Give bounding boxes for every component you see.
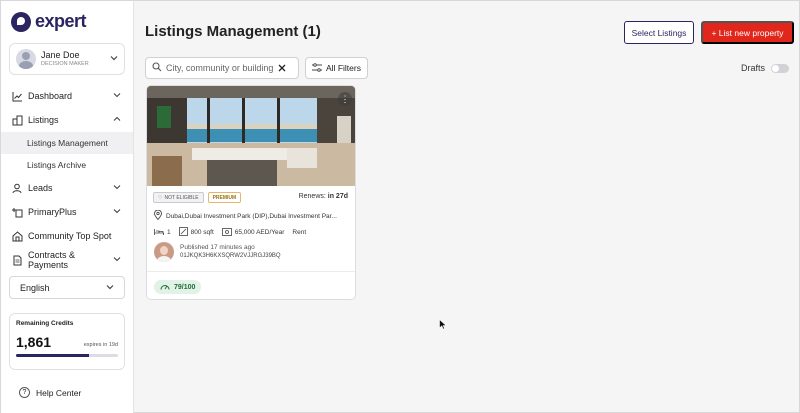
renews-value: in 27d bbox=[327, 193, 348, 200]
card-divider bbox=[147, 271, 355, 272]
credits-title: Remaining Credits bbox=[16, 320, 74, 327]
sidebar-item-listings[interactable]: Listings bbox=[1, 108, 133, 132]
help-center-link[interactable]: ? Help Center bbox=[19, 387, 81, 398]
main-content: Listings Management (1) Select Listings … bbox=[135, 1, 800, 413]
sidebar-nav: Dashboard Listings Listings Management L… bbox=[1, 84, 133, 272]
listing-reference: 01JKQK3H6KXSQRW2VJJRGJ39BQ bbox=[180, 253, 281, 260]
building-plus-icon bbox=[11, 206, 23, 218]
sidebar-item-listings-management[interactable]: Listings Management bbox=[1, 132, 133, 154]
person-icon bbox=[11, 182, 23, 194]
list-new-property-button[interactable]: + List new property bbox=[701, 21, 794, 44]
area-icon bbox=[178, 227, 188, 238]
select-listings-button[interactable]: Select Listings bbox=[624, 21, 694, 44]
bed-icon bbox=[154, 228, 164, 238]
user-name: Jane Doe bbox=[41, 49, 80, 60]
listing-specs: 1 800 sqft 65,000 AED/Year Rent bbox=[154, 227, 306, 238]
drafts-toggle-group: Drafts bbox=[741, 63, 790, 73]
price-tag-icon bbox=[221, 227, 232, 238]
listing-location: Dubai,Dubai Investment Park (DIP),Dubai … bbox=[154, 210, 354, 222]
sidebar-item-primaryplus[interactable]: PrimaryPlus bbox=[1, 200, 133, 224]
help-icon: ? bbox=[19, 387, 30, 398]
credits-value: 1,861 bbox=[16, 334, 52, 350]
not-eligible-badge: ♡ NOT ELIGIBLE bbox=[153, 192, 204, 203]
sidebar-item-dashboard[interactable]: Dashboard bbox=[1, 84, 133, 108]
search-box bbox=[145, 57, 299, 79]
filter-sliders-icon bbox=[312, 62, 323, 74]
listing-card[interactable]: ⋮ ♡ NOT ELIGIBLE PREMIUM Renews: in 27d … bbox=[146, 85, 356, 300]
user-role: DECISION MAKER bbox=[41, 60, 89, 67]
listing-photo[interactable]: ⋮ bbox=[147, 86, 355, 186]
area-spec: 800 sqft bbox=[178, 227, 214, 238]
chevron-down-icon bbox=[110, 54, 118, 64]
user-switcher[interactable]: Jane Doe DECISION MAKER bbox=[9, 43, 125, 75]
agent-avatar bbox=[154, 242, 174, 262]
credits-progress-fill bbox=[16, 354, 90, 357]
sidebar-item-leads[interactable]: Leads bbox=[1, 176, 133, 200]
mouse-cursor-icon bbox=[439, 317, 447, 335]
chevron-down-icon bbox=[113, 183, 121, 193]
listing-photo-illustration bbox=[147, 86, 355, 186]
listing-type: Rent bbox=[292, 229, 307, 236]
location-text: Dubai,Dubai Investment Park (DIP),Dubai … bbox=[166, 212, 337, 220]
quality-score-badge: 79/100 bbox=[154, 280, 202, 294]
chevron-up-icon bbox=[113, 115, 121, 125]
drafts-label: Drafts bbox=[741, 63, 766, 73]
sidebar-item-listings-archive[interactable]: Listings Archive bbox=[1, 154, 133, 176]
gauge-icon bbox=[160, 282, 170, 293]
page-title: Listings Management (1) bbox=[145, 23, 321, 40]
bedrooms-spec: 1 bbox=[154, 228, 171, 238]
credits-panel: Remaining Credits 1,861 expires in 19d bbox=[9, 313, 125, 370]
sidebar-item-contracts-payments[interactable]: Contracts & Payments bbox=[1, 248, 133, 272]
credits-expiry: expires in 19d bbox=[83, 342, 118, 348]
search-icon bbox=[152, 59, 162, 77]
credits-progress-bar bbox=[16, 354, 118, 357]
chevron-down-icon bbox=[113, 255, 121, 265]
drafts-toggle[interactable] bbox=[771, 63, 790, 73]
language-select[interactable]: English bbox=[9, 276, 125, 299]
chevron-down-icon bbox=[113, 207, 121, 217]
clear-icon[interactable] bbox=[278, 59, 286, 77]
published-time: Published 17 minutes ago bbox=[180, 243, 255, 251]
all-filters-button[interactable]: All Filters bbox=[305, 57, 368, 79]
search-input[interactable] bbox=[166, 63, 274, 73]
document-icon bbox=[11, 254, 23, 266]
sidebar: expert Jane Doe DECISION MAKER Dashboard bbox=[1, 1, 134, 413]
brand-name: expert bbox=[35, 11, 87, 31]
app-window: expert Jane Doe DECISION MAKER Dashboard bbox=[0, 0, 800, 413]
building-icon bbox=[11, 114, 23, 126]
language-value: English bbox=[20, 282, 50, 293]
location-pin-icon bbox=[154, 210, 162, 222]
user-avatar-icon bbox=[16, 49, 36, 69]
more-options-icon[interactable]: ⋮ bbox=[338, 92, 352, 106]
premium-badge: PREMIUM bbox=[207, 192, 242, 203]
renews-info: Renews: in 27d bbox=[298, 193, 348, 200]
expert-logo-icon bbox=[11, 11, 31, 32]
chevron-down-icon bbox=[113, 91, 121, 101]
community-icon bbox=[11, 230, 23, 242]
agent-info: Published 17 minutes ago 01JKQK3H6KXSQRW… bbox=[154, 242, 281, 262]
chevron-down-icon bbox=[106, 283, 114, 293]
chart-line-icon bbox=[11, 90, 23, 102]
brand-logo[interactable]: expert bbox=[11, 11, 87, 32]
heart-icon: ♡ bbox=[158, 194, 163, 201]
sidebar-item-community-top-spot[interactable]: Community Top Spot bbox=[1, 224, 133, 248]
price-spec: 65,000 AED/Year bbox=[221, 227, 284, 238]
